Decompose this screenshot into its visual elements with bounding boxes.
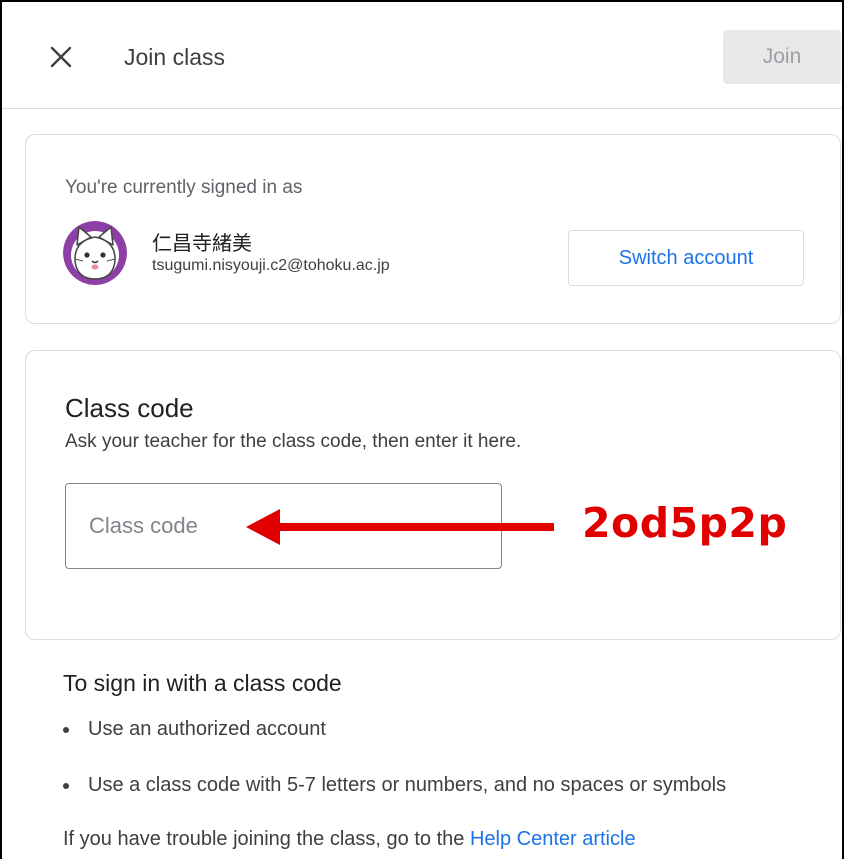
annotation-class-code: 2od5p2p [582,499,788,547]
list-item: Use an authorized account [63,714,726,770]
dialog-title: Join class [124,44,225,70]
join-button[interactable]: Join [723,30,841,84]
dialog-header: Join class Join [2,2,842,109]
cat-avatar-icon [63,221,127,285]
close-icon [50,46,72,68]
user-name: 仁昌寺緒美 [152,233,252,255]
left-arrow-icon [246,509,554,545]
help-text: If you have trouble joining the class, g… [63,828,636,851]
help-prefix: If you have trouble joining the class, g… [63,828,470,850]
help-center-link[interactable]: Help Center article [470,828,636,850]
join-class-dialog: Join class Join You're currently signed … [0,0,844,859]
class-code-title: Class code [65,393,194,423]
signed-in-label: You're currently signed in as [65,177,303,198]
class-code-card: Class code Ask your teacher for the clas… [25,350,841,640]
close-button[interactable] [46,42,76,72]
avatar [63,221,127,285]
switch-account-button[interactable]: Switch account [568,230,804,286]
instructions-title: To sign in with a class code [63,670,342,696]
instructions-list: Use an authorized account Use a class co… [63,714,726,826]
class-code-subtitle: Ask your teacher for the class code, the… [65,431,522,452]
account-card: You're currently signed in as 仁昌寺緒美 tsug… [25,134,841,324]
list-item: Use a class code with 5-7 letters or num… [63,770,726,826]
user-email: tsugumi.nisyouji.c2@tohoku.ac.jp [152,257,390,274]
